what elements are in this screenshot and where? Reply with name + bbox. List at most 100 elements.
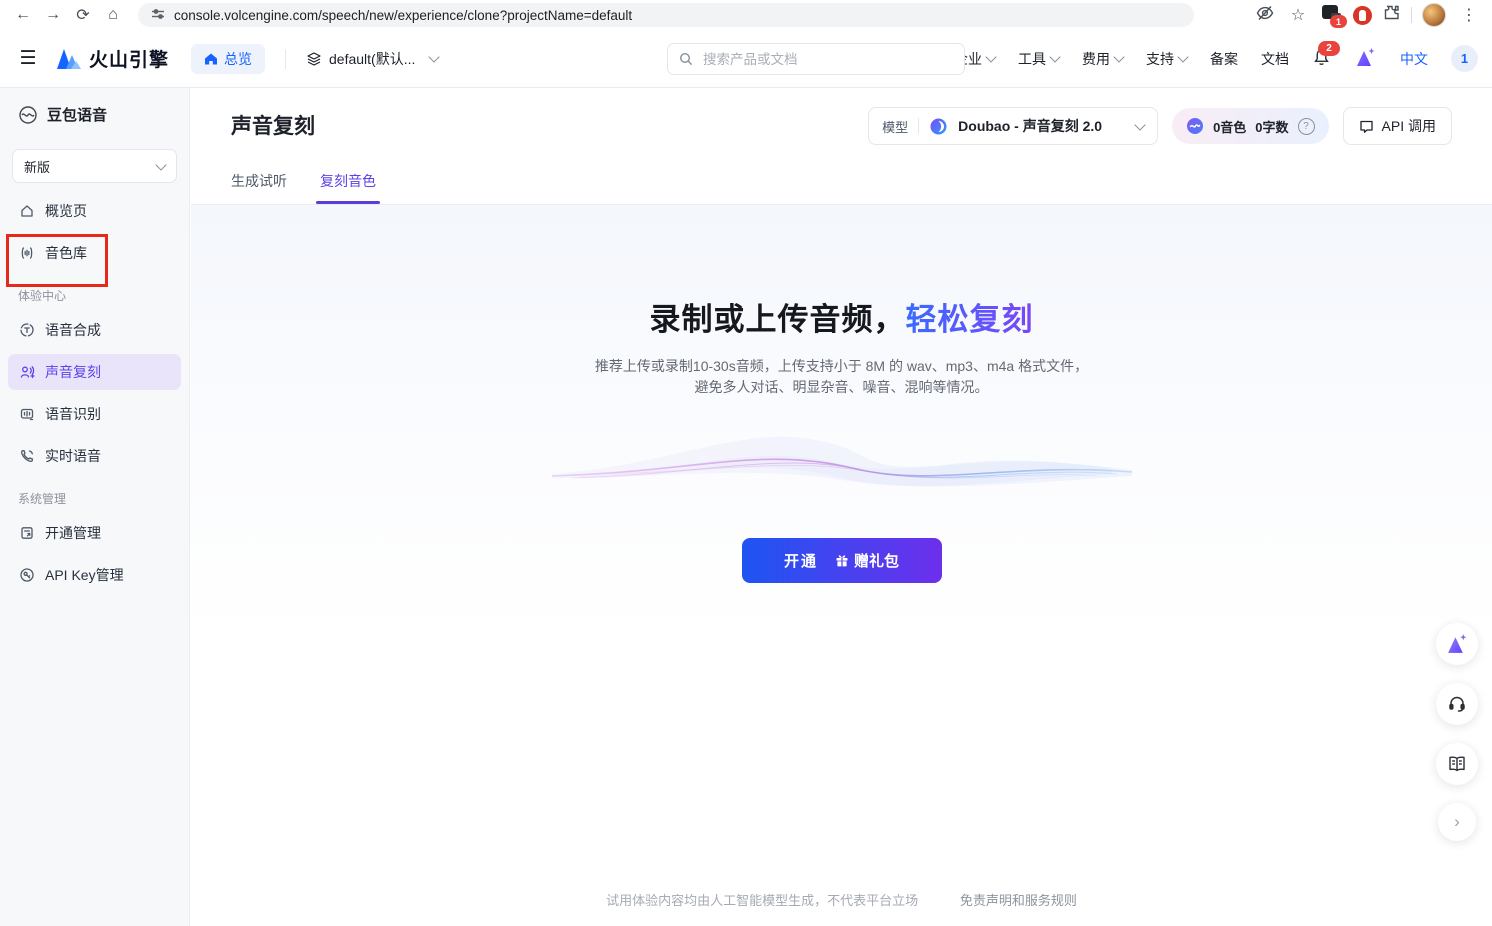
hero-title-accent: 轻松复刻 <box>906 302 1034 337</box>
chevron-down-icon <box>1177 51 1188 62</box>
browser-refresh-icon[interactable]: ⟳ <box>70 2 96 28</box>
float-docs-button[interactable] <box>1436 743 1478 785</box>
hamburger-menu-icon[interactable]: ☰ <box>14 47 42 70</box>
volcengine-logo[interactable]: 火山引擎 <box>56 45 169 72</box>
api-call-button[interactable]: API 调用 <box>1343 107 1452 145</box>
nav-divider <box>285 49 286 69</box>
gift-icon <box>835 554 849 568</box>
model-value: Doubao - 声音复刻 2.0 <box>958 116 1102 136</box>
browser-forward-icon[interactable]: → <box>40 2 66 28</box>
chevron-right-icon: › <box>1454 812 1460 832</box>
chevron-down-icon <box>1113 51 1124 62</box>
phone-icon <box>19 448 35 464</box>
account-avatar[interactable]: 1 <box>1451 45 1478 72</box>
site-info-icon[interactable] <box>151 7 165 24</box>
hero-description: 推荐上传或录制10-30s音频，上传支持小于 8M 的 wav、mp3、m4a … <box>191 356 1492 398</box>
menu-tools[interactable]: 工具 <box>1018 49 1059 69</box>
quota-pill[interactable]: 0音色 0字数 ? <box>1172 108 1328 144</box>
menu-support[interactable]: 支持 <box>1146 49 1187 69</box>
chevron-down-icon <box>1049 51 1060 62</box>
address-bar[interactable]: console.volcengine.com/speech/new/experi… <box>138 3 1194 27</box>
sidebar-item-voice-clone[interactable]: 声音复刻 <box>8 354 181 390</box>
home-icon <box>19 203 35 219</box>
quota-voices: 0音色 <box>1213 117 1246 136</box>
tab-generate-audition[interactable]: 生成试听 <box>231 171 287 204</box>
model-selector[interactable]: 模型 Doubao - 声音复刻 2.0 <box>868 107 1158 145</box>
hero-desc-line2: 避免多人对话、明显杂音、噪音、混响等情况。 <box>191 377 1492 398</box>
float-support-button[interactable] <box>1436 683 1478 725</box>
sidebar: 豆包语音 新版 概览页 音色库 体验中心 语音合成 声音复刻 <box>0 88 190 926</box>
ai-mountain-icon <box>1445 633 1469 655</box>
page-title: 声音复刻 <box>231 110 315 140</box>
adblock-extension-icon[interactable] <box>1353 6 1372 25</box>
ai-assistant-icon[interactable] <box>1354 47 1377 71</box>
search-icon <box>679 52 693 66</box>
divider <box>918 118 919 134</box>
doubao-model-icon <box>929 117 948 136</box>
notification-badge: 2 <box>1318 41 1340 56</box>
footer: 试用体验内容均由人工智能模型生成，不代表平台立场 免责声明和服务规则 <box>191 890 1492 909</box>
layers-icon <box>306 51 322 67</box>
extension-icon[interactable]: 1 <box>1321 4 1343 26</box>
tab-bar: 生成试听 复刻音色 <box>231 171 376 204</box>
toolbar-divider <box>1411 7 1412 23</box>
sidebar-item-asr[interactable]: 语音识别 <box>8 396 181 432</box>
menu-icp[interactable]: 备案 <box>1210 49 1238 69</box>
float-ai-assistant-button[interactable] <box>1436 623 1478 665</box>
main-header: 声音复刻 模型 Doubao - 声音复刻 2.0 <box>191 88 1492 205</box>
api-chat-icon <box>1359 119 1374 134</box>
hero-title-main: 录制或上传音频， <box>650 302 906 337</box>
browser-menu-kebab-icon[interactable]: ⋮ <box>1456 2 1482 28</box>
speech-recognition-icon <box>19 406 35 422</box>
quota-spark-icon <box>1186 117 1204 135</box>
document-icon <box>19 525 35 541</box>
project-selector[interactable]: default(默认... <box>306 49 438 69</box>
gift-label: 赠礼包 <box>854 550 899 571</box>
waveform-graphic <box>552 424 1132 510</box>
clone-empty-state: 录制或上传音频，轻松复刻 推荐上传或录制10-30s音频，上传支持小于 8M 的… <box>191 205 1492 926</box>
sidebar-item-realtime[interactable]: 实时语音 <box>8 438 181 474</box>
sidebar-section-system: 系统管理 <box>0 480 189 509</box>
hero-title: 录制或上传音频，轻松复刻 <box>191 294 1492 339</box>
voice-clone-icon <box>19 364 35 380</box>
search-input[interactable] <box>701 51 953 68</box>
extensions-puzzle-icon[interactable] <box>1382 3 1401 27</box>
overview-nav-chip[interactable]: 总览 <box>191 44 265 74</box>
chevron-down-icon <box>155 159 166 170</box>
sidebar-item-api-key[interactable]: API Key管理 <box>8 557 181 593</box>
bookmark-star-icon[interactable]: ☆ <box>1285 2 1311 28</box>
browser-back-icon[interactable]: ← <box>10 2 36 28</box>
url-text[interactable]: console.volcengine.com/speech/new/experi… <box>174 8 632 23</box>
global-search[interactable] <box>667 43 965 75</box>
model-label: 模型 <box>882 117 908 136</box>
chevron-down-icon <box>1134 119 1145 130</box>
footer-terms-link[interactable]: 免责声明和服务规则 <box>960 893 1077 908</box>
red-annotation-box <box>6 234 108 287</box>
notification-bell-icon[interactable]: 2 <box>1312 48 1331 70</box>
overview-label: 总览 <box>224 49 252 69</box>
tab-clone-voice[interactable]: 复刻音色 <box>320 171 376 204</box>
version-select[interactable]: 新版 <box>12 149 177 183</box>
language-switch[interactable]: 中文 <box>1400 49 1428 69</box>
volcengine-mountain-icon <box>56 48 82 70</box>
sidebar-item-activation[interactable]: 开通管理 <box>8 515 181 551</box>
extension-badge: 1 <box>1330 15 1347 28</box>
help-question-icon[interactable]: ? <box>1298 118 1315 135</box>
sidebar-item-tts[interactable]: 语音合成 <box>8 312 181 348</box>
speech-synthesis-icon <box>19 322 35 338</box>
main-content: 声音复刻 模型 Doubao - 声音复刻 2.0 <box>191 88 1492 926</box>
sidebar-item-overview[interactable]: 概览页 <box>8 193 181 229</box>
sidebar-product-title: 豆包语音 <box>0 102 189 135</box>
privacy-eye-icon[interactable] <box>1255 3 1275 28</box>
menu-billing[interactable]: 费用 <box>1082 49 1123 69</box>
menu-docs[interactable]: 文档 <box>1261 49 1289 69</box>
key-icon <box>19 567 35 583</box>
browser-profile-avatar[interactable] <box>1422 3 1446 27</box>
console-topnav: ☰ 火山引擎 总览 default(默认... 企业 工具 费用 <box>0 30 1492 88</box>
activate-button[interactable]: 开通 赠礼包 <box>742 538 942 583</box>
chevron-down-icon <box>985 51 996 62</box>
browser-home-icon[interactable]: ⌂ <box>100 2 126 28</box>
float-collapse-button[interactable]: › <box>1438 803 1476 841</box>
activate-label: 开通 <box>784 550 818 571</box>
browser-toolbar: ← → ⟳ ⌂ console.volcengine.com/speech/ne… <box>0 0 1492 30</box>
